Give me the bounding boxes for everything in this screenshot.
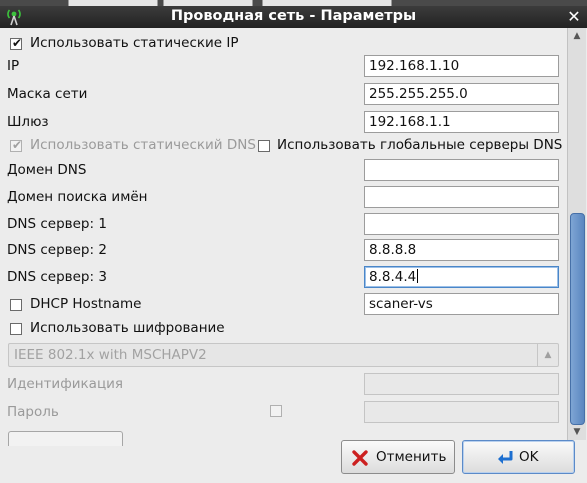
netmask-input[interactable]: 255.255.255.0 [364,83,559,105]
checkmark-icon: ✔ [11,36,23,50]
gateway-label: Шлюз [7,114,49,130]
password-input[interactable] [364,401,559,423]
chevron-updown-icon: ▲ [537,344,558,366]
encryption-method-value: IEEE 802.1x with MSCHAPV2 [14,347,207,363]
netmask-label: Маска сети [7,86,88,102]
checkmark-icon: ✔ [11,138,23,152]
ok-button[interactable]: OK [462,440,575,474]
dhcp-hostname-label: DHCP Hostname [30,296,142,312]
password-label: Пароль [7,404,59,420]
dhcp-hostname-input[interactable]: scaner-vs [364,293,559,315]
use-static-dns-checkbox[interactable]: ✔ [10,138,23,152]
dns1-label: DNS сервер: 1 [7,216,107,232]
dns-domain-label: Домен DNS [7,162,87,178]
dns3-value: 8.8.4.4 [369,269,417,285]
scroll-down-icon[interactable]: ▼ [568,424,586,440]
use-global-dns-checkbox[interactable] [258,140,270,152]
wired-network-properties-dialog: Проводная сеть - Параметры ✕ ✔ Использов… [0,6,587,483]
ip-label: IP [7,58,20,74]
hidden-advanced-button[interactable] [8,431,123,446]
dns-domain-input[interactable] [364,159,559,181]
scrollbar[interactable]: ▲ ▼ [567,28,586,440]
ok-label: OK [519,449,539,465]
scroll-up-icon[interactable]: ▲ [568,28,586,44]
dns1-input[interactable] [364,213,559,235]
dns3-label: DNS сервер: 3 [7,269,107,285]
dns2-label: DNS сервер: 2 [7,242,107,258]
use-static-ip-label: Использовать статические IP [30,35,239,51]
close-icon: ✕ [567,7,581,26]
cancel-icon [352,450,368,466]
dns3-input[interactable]: 8.8.4.4 [364,266,559,288]
gateway-input[interactable]: 192.168.1.1 [364,111,559,133]
close-window-button[interactable]: ✕ [566,9,582,25]
search-domain-label: Домен поиска имён [7,189,148,205]
show-password-checkbox[interactable] [270,405,282,417]
return-arrow-icon [498,451,513,464]
use-static-dns-label: Использовать статический DNS [30,137,256,153]
ip-input[interactable]: 192.168.1.10 [364,55,559,77]
title-bar[interactable]: Проводная сеть - Параметры ✕ [0,6,587,28]
cancel-label: Отменить [376,449,447,465]
identity-label: Идентификация [7,376,124,392]
window-title: Проводная сеть - Параметры [170,8,417,24]
scrollbar-thumb[interactable] [570,213,585,425]
use-global-dns-label: Использовать глобальные серверы DNS [277,137,563,153]
text-caret [417,269,419,283]
search-domain-input[interactable] [364,186,559,208]
use-static-ip-checkbox[interactable]: ✔ [10,36,23,50]
dhcp-hostname-checkbox[interactable] [10,299,22,311]
use-encryption-label: Использовать шифрование [30,320,225,336]
dns2-input[interactable]: 8.8.8.8 [364,239,559,261]
cancel-button[interactable]: Отменить [341,440,455,474]
encryption-method-select[interactable]: IEEE 802.1x with MSCHAPV2 ▲ [8,343,559,367]
identity-input[interactable] [364,373,559,395]
use-encryption-checkbox[interactable] [10,323,22,335]
